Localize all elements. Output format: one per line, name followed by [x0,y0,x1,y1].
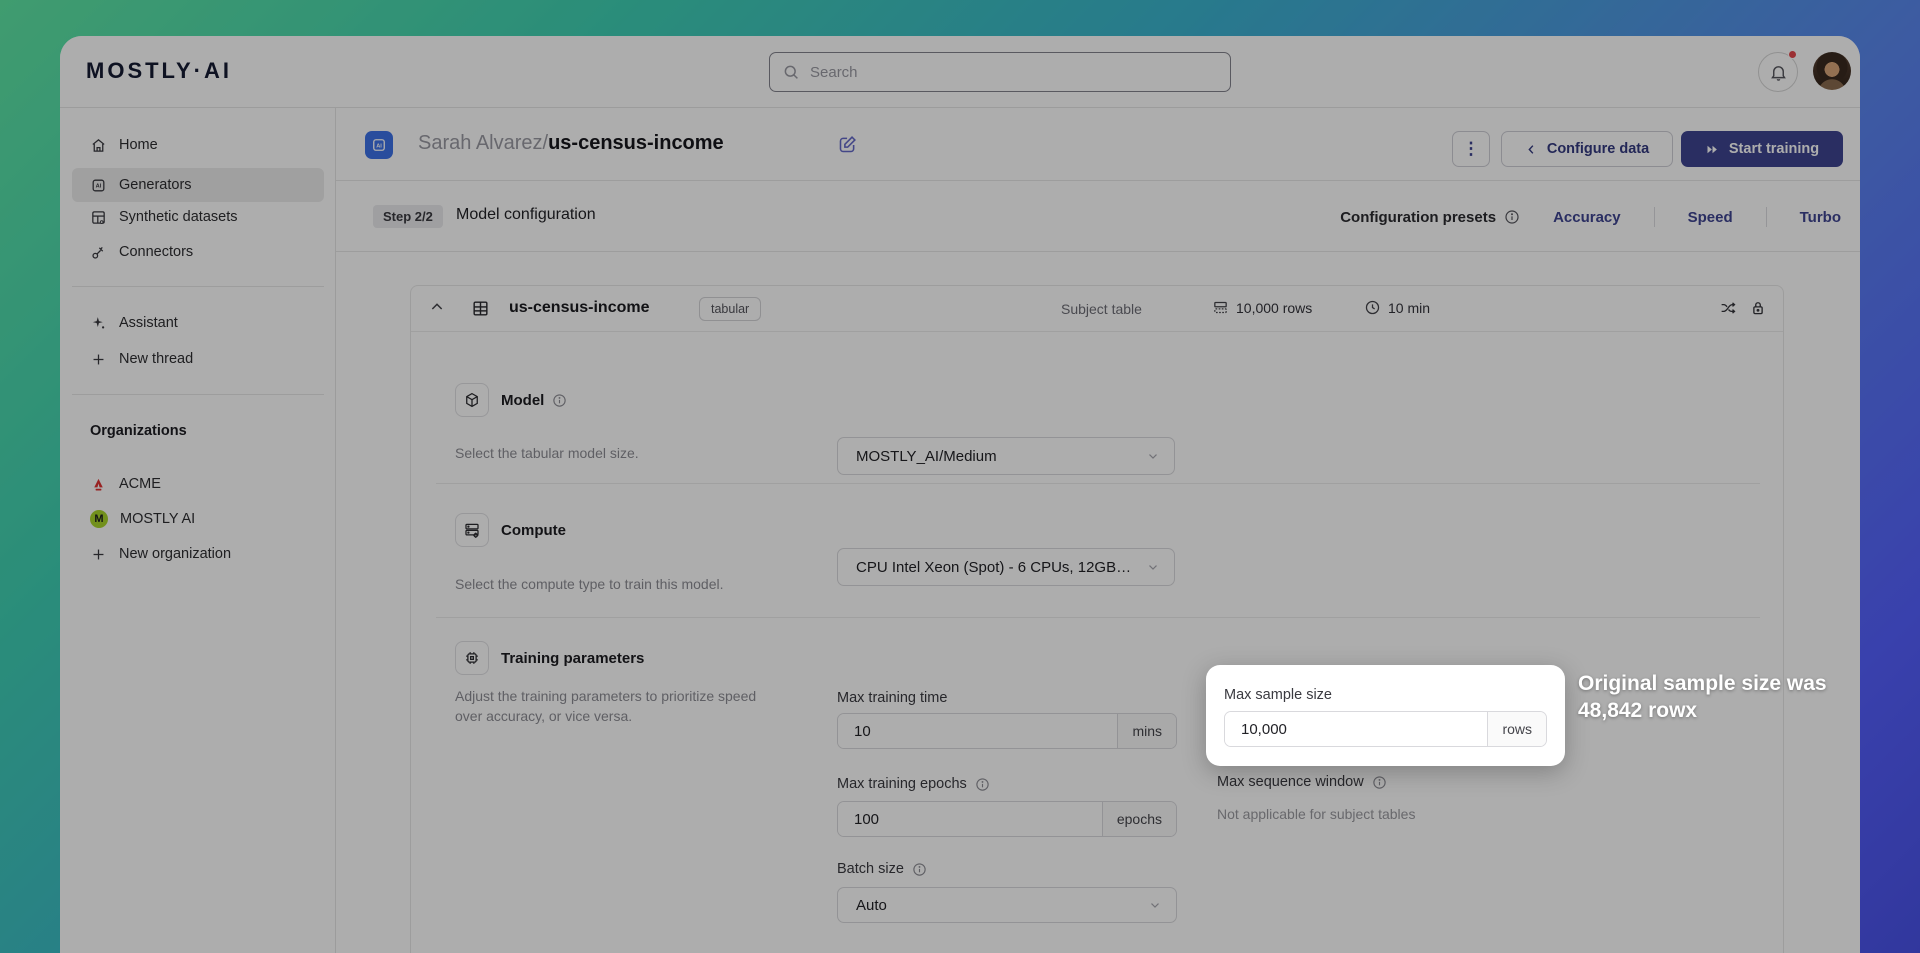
tour-tooltip: Original sample size was 48,842 rowx [1578,670,1827,725]
tour-tooltip-line1: Original sample size was [1578,670,1827,697]
max-sample-size-field: rows [1224,711,1547,747]
tour-spotlight-panel: Max sample size rows [1206,665,1565,766]
max-sample-size-label: Max sample size [1224,687,1332,703]
tour-tooltip-line2: 48,842 rowx [1578,697,1827,724]
max-sample-size-input[interactable] [1225,712,1487,746]
tour-dim-overlay [0,0,1920,953]
rows-unit: rows [1487,712,1546,746]
